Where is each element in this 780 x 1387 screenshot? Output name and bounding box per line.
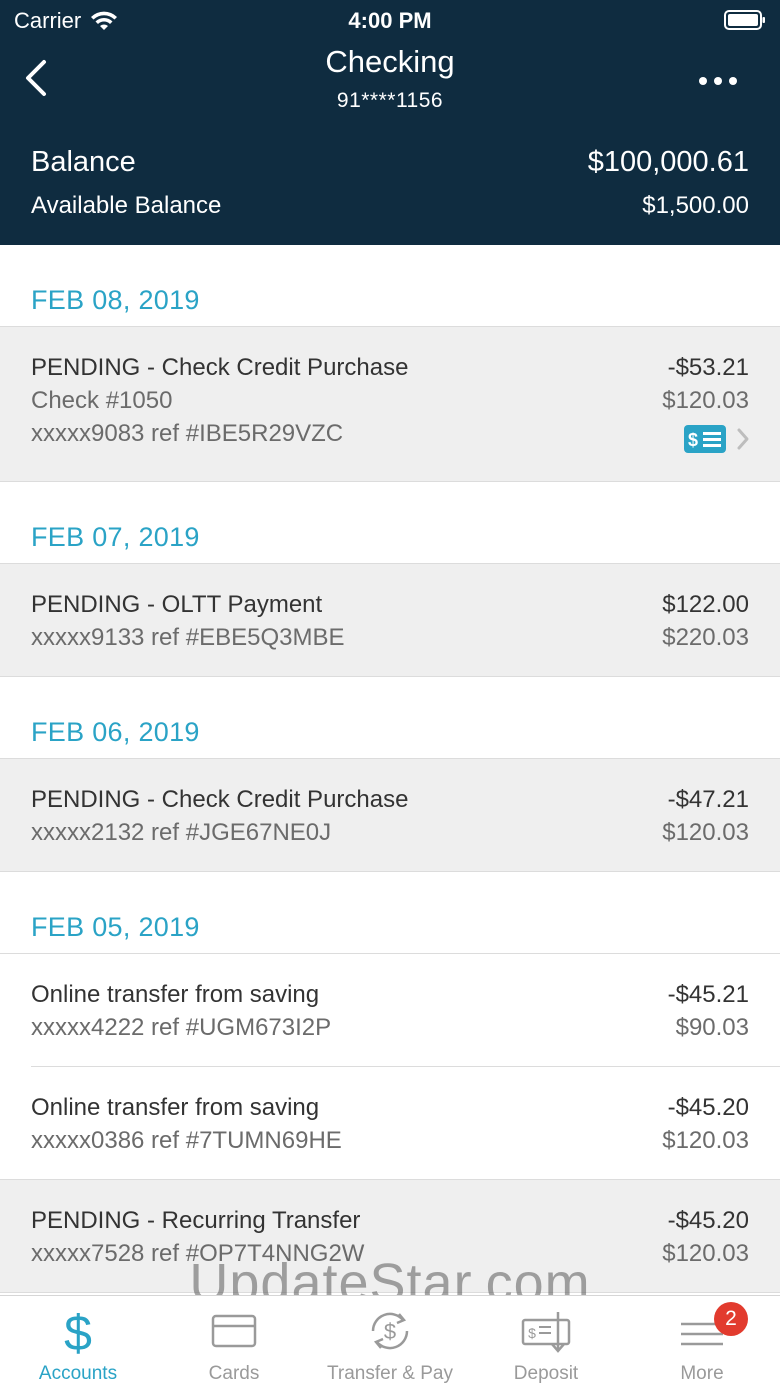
svg-text:$: $ (688, 430, 698, 450)
transaction-description: PENDING - Check Credit Purchase (31, 353, 409, 381)
date-header: FEB 06, 2019 (0, 677, 780, 759)
tab-transfer-pay[interactable]: $ Transfer & Pay (312, 1296, 468, 1387)
transaction-row[interactable]: PENDING - Check Credit Purchase -$47.21 … (0, 759, 780, 872)
transaction-running-balance: $220.03 (662, 623, 749, 651)
transaction-amount: -$45.20 (667, 1206, 749, 1234)
date-header: FEB 08, 2019 (0, 245, 780, 327)
transfer-icon: $ (371, 1312, 409, 1350)
date-header: FEB 07, 2019 (0, 482, 780, 564)
chevron-right-icon (737, 428, 749, 450)
transaction-detail: Check #1050 (31, 386, 173, 414)
transaction-list[interactable]: FEB 08, 2019 PENDING - Check Credit Purc… (0, 245, 780, 1295)
available-balance-row: Available Balance $1,500.00 (31, 192, 749, 220)
transaction-actions: $ (684, 425, 750, 453)
transaction-amount: -$53.21 (667, 353, 749, 381)
date-header: FEB 05, 2019 (0, 872, 780, 954)
notification-badge: 2 (714, 1302, 748, 1336)
dollar-icon: $ (64, 1308, 92, 1354)
transaction-description: PENDING - OLTT Payment (31, 590, 323, 618)
transaction-row[interactable]: PENDING - Recurring Transfer -$45.20 xxx… (0, 1180, 780, 1293)
tab-accounts[interactable]: $ Accounts (0, 1296, 156, 1387)
nav-bar: Checking 91****1156 (0, 40, 780, 130)
dot (714, 77, 722, 85)
transaction-row[interactable]: PENDING - OLTT Payment $122.00 xxxxx9133… (0, 564, 780, 677)
svg-text:$: $ (528, 1325, 536, 1341)
check-image-icon[interactable]: $ (684, 425, 726, 453)
available-balance-value: $1,500.00 (642, 192, 749, 219)
balance-value: $100,000.61 (587, 146, 749, 178)
clock: 4:00 PM (348, 8, 432, 33)
transaction-running-balance: $120.03 (662, 386, 749, 414)
transaction-description: Online transfer from saving (31, 980, 320, 1008)
battery-icon (724, 10, 765, 30)
transaction-amount: -$45.20 (667, 1093, 749, 1121)
tab-label: More (680, 1363, 724, 1384)
transaction-reference: xxxxx7528 ref #OP7T4NNG2W (31, 1239, 365, 1267)
tab-label: Cards (208, 1363, 260, 1384)
transaction-reference: xxxxx2132 ref #JGE67NE0J (31, 818, 332, 846)
transaction-amount: $122.00 (662, 590, 749, 618)
transaction-row[interactable]: Online transfer from saving -$45.21 xxxx… (0, 954, 780, 1067)
status-bar: Carrier 4:00 PM (0, 0, 780, 40)
transaction-reference: xxxxx4222 ref #UGM673I2P (31, 1013, 332, 1041)
transaction-running-balance: $120.03 (662, 1239, 749, 1267)
transaction-description: PENDING - Recurring Transfer (31, 1206, 361, 1234)
transaction-amount: -$45.21 (667, 980, 749, 1008)
deposit-check-icon: $ (521, 1312, 571, 1353)
account-header: Carrier 4:00 PM Checking 91****1156 Bala… (0, 0, 780, 245)
transaction-running-balance: $90.03 (675, 1013, 749, 1041)
tab-bar: $ Accounts Cards $ Transfer & Pay $ Depo… (0, 1295, 780, 1387)
balance-label: Balance (31, 146, 136, 178)
available-balance-label: Available Balance (31, 192, 222, 219)
tab-label: Transfer & Pay (326, 1363, 453, 1384)
page-title: Checking (325, 44, 455, 79)
dot (729, 77, 737, 85)
tab-label: Accounts (38, 1363, 118, 1384)
svg-text:$: $ (384, 1319, 396, 1344)
transaction-running-balance: $120.03 (662, 1126, 749, 1154)
transaction-description: PENDING - Check Credit Purchase (31, 785, 409, 813)
svg-text:$: $ (64, 1308, 92, 1354)
tab-cards[interactable]: Cards (156, 1296, 312, 1387)
transaction-description: Online transfer from saving (31, 1093, 320, 1121)
tab-more[interactable]: 2 More (624, 1296, 780, 1387)
transaction-running-balance: $120.03 (662, 818, 749, 846)
transaction-row[interactable]: PENDING - Check Credit Purchase -$53.21 … (0, 327, 780, 482)
tab-deposit[interactable]: $ Deposit (468, 1296, 624, 1387)
transaction-amount: -$47.21 (667, 785, 749, 813)
transaction-reference: xxxxx9083 ref #IBE5R29VZC (31, 419, 344, 447)
more-options-icon[interactable] (696, 66, 740, 96)
transaction-reference: xxxxx9133 ref #EBE5Q3MBE (31, 623, 345, 651)
card-icon (211, 1314, 257, 1348)
tab-label: Deposit (513, 1363, 579, 1384)
account-number: 91****1156 (336, 89, 444, 112)
transaction-reference: xxxxx0386 ref #7TUMN69HE (31, 1126, 342, 1154)
transaction-row[interactable]: Online transfer from saving -$45.20 xxxx… (0, 1067, 780, 1180)
balance-row: Balance $100,000.61 (31, 146, 749, 179)
dot (699, 77, 707, 85)
